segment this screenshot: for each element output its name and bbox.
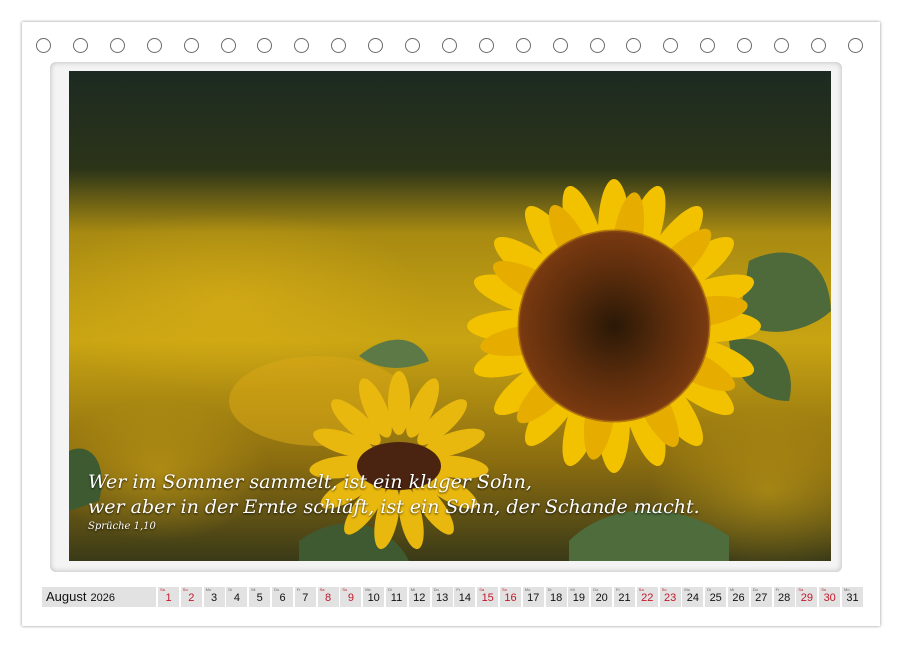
day-number: 7 bbox=[302, 592, 309, 604]
calendar-day: Fr 21 bbox=[614, 587, 635, 607]
calendar-day: Do 27 bbox=[750, 587, 772, 607]
day-number: 15 bbox=[481, 592, 494, 604]
calendar-day: Mo 17 bbox=[522, 587, 544, 607]
calendar-day: Mi 19 bbox=[568, 587, 590, 607]
binding-ring bbox=[294, 38, 310, 53]
binding-ring bbox=[478, 38, 494, 53]
day-number: 4 bbox=[233, 592, 240, 604]
binding-ring bbox=[405, 38, 420, 53]
day-number: 17 bbox=[527, 592, 540, 604]
calendar-strip: August 2026 Sa 1 So 2 Mo 3 Di 4 Mi 5 Do 6 Fr 7 Sa 8 So 9 Mo… bbox=[42, 587, 863, 607]
binding-ring bbox=[146, 38, 162, 53]
binding-ring bbox=[810, 38, 826, 53]
quote-source: Sprüche 1,10 bbox=[88, 521, 156, 532]
calendar-day: Mi 26 bbox=[728, 587, 749, 607]
binding-ring bbox=[737, 38, 753, 53]
day-number: 8 bbox=[325, 592, 332, 604]
month-name: August bbox=[46, 589, 87, 604]
day-number: 19 bbox=[572, 592, 586, 604]
binding-rings bbox=[36, 38, 866, 58]
calendar-day: So 16 bbox=[500, 587, 521, 607]
day-number: 11 bbox=[390, 592, 403, 604]
day-number: 23 bbox=[663, 592, 677, 604]
binding-ring bbox=[441, 38, 457, 53]
day-number: 18 bbox=[549, 592, 563, 604]
calendar-day: Sa 15 bbox=[477, 587, 499, 607]
calendar-day: Sa 8 bbox=[317, 587, 339, 607]
day-number: 14 bbox=[458, 592, 472, 604]
binding-ring bbox=[220, 38, 236, 53]
day-number: 12 bbox=[413, 592, 426, 604]
binding-ring bbox=[589, 38, 605, 53]
calendar-day: Do 6 bbox=[272, 587, 293, 607]
day-number: 5 bbox=[256, 592, 263, 604]
calendar-day: Fr 7 bbox=[294, 587, 316, 607]
day-number: 1 bbox=[165, 592, 172, 604]
year-label: 2026 bbox=[90, 592, 115, 604]
day-number: 3 bbox=[211, 592, 218, 604]
calendar-day: Mo 10 bbox=[363, 587, 385, 607]
calendar-day: Mi 5 bbox=[249, 587, 271, 607]
month-label-box: August 2026 bbox=[42, 587, 156, 607]
day-number: 16 bbox=[504, 592, 517, 604]
calendar-day: Di 4 bbox=[226, 587, 248, 607]
calendar-day: So 23 bbox=[659, 587, 681, 607]
day-number: 24 bbox=[686, 592, 700, 604]
binding-ring bbox=[368, 38, 384, 53]
day-number: 9 bbox=[347, 592, 354, 604]
day-number: 29 bbox=[800, 592, 814, 604]
day-number: 13 bbox=[435, 592, 449, 604]
day-number: 22 bbox=[641, 592, 654, 604]
binding-ring bbox=[36, 38, 51, 53]
calendar-day: Di 11 bbox=[386, 587, 407, 607]
calendar-day: Di 18 bbox=[545, 587, 567, 607]
binding-ring bbox=[183, 38, 199, 53]
binding-ring bbox=[626, 38, 642, 53]
calendar-day: Mo 24 bbox=[682, 587, 704, 607]
day-number: 10 bbox=[367, 592, 380, 604]
binding-ring bbox=[774, 38, 789, 53]
day-number: 2 bbox=[188, 592, 195, 604]
calendar-day: Fr 28 bbox=[773, 587, 795, 607]
quote-line-1: Wer im Sommer sammelt, ist ein kluger So… bbox=[88, 471, 532, 493]
binding-ring bbox=[847, 38, 863, 53]
calendar-day: Do 13 bbox=[431, 587, 453, 607]
day-number: 20 bbox=[595, 592, 608, 604]
binding-ring bbox=[72, 38, 88, 53]
binding-ring bbox=[700, 38, 716, 53]
calendar-day: Sa 1 bbox=[158, 587, 179, 607]
binding-ring bbox=[552, 38, 568, 53]
day-number: 6 bbox=[279, 592, 286, 604]
bible-quote: Wer im Sommer sammelt, ist ein kluger So… bbox=[88, 470, 700, 532]
binding-ring bbox=[257, 38, 273, 53]
calendar-day: Mo 31 bbox=[842, 587, 863, 607]
calendar-day: So 9 bbox=[340, 587, 362, 607]
binding-ring bbox=[331, 38, 347, 53]
quote-line-2: wer aber in der Ernte schläft, ist ein S… bbox=[88, 496, 700, 518]
day-number: 26 bbox=[732, 592, 745, 604]
day-number: 25 bbox=[709, 592, 722, 604]
binding-ring bbox=[109, 38, 125, 53]
binding-ring bbox=[515, 38, 531, 53]
day-number: 31 bbox=[846, 592, 859, 604]
day-number: 27 bbox=[755, 592, 768, 604]
calendar-day: Sa 22 bbox=[636, 587, 658, 607]
month-label: August 2026 bbox=[46, 589, 115, 604]
day-number: 21 bbox=[618, 592, 631, 604]
calendar-day: Sa 29 bbox=[796, 587, 818, 607]
calendar-day: So 2 bbox=[180, 587, 202, 607]
calendar-day: Mi 12 bbox=[408, 587, 430, 607]
day-number: 30 bbox=[823, 592, 836, 604]
calendar-day: Mo 3 bbox=[203, 587, 225, 607]
day-number: 28 bbox=[777, 592, 791, 604]
calendar-day: So 30 bbox=[819, 587, 841, 607]
binding-ring bbox=[663, 38, 679, 53]
calendar-day: Di 25 bbox=[705, 587, 727, 607]
calendar-day: Fr 14 bbox=[454, 587, 476, 607]
calendar-day: Do 20 bbox=[591, 587, 613, 607]
